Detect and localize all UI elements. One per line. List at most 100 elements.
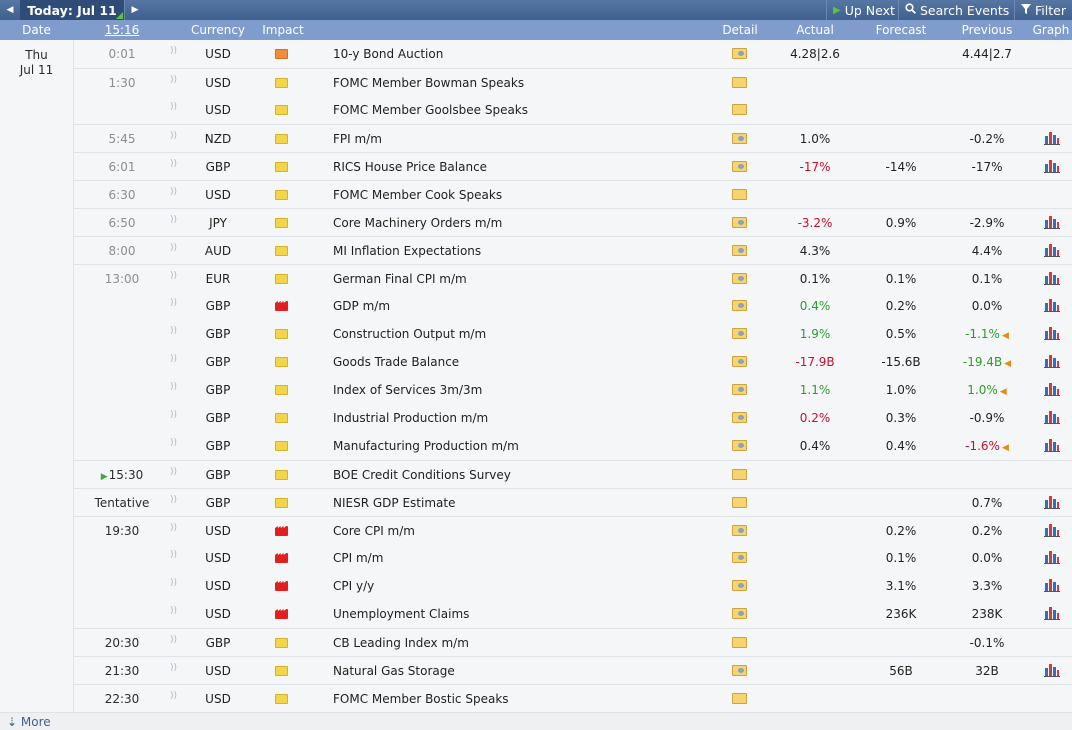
event-title[interactable]: Industrial Production m/m — [333, 411, 693, 425]
detail-folder-icon[interactable] — [732, 497, 747, 508]
sound-icon[interactable]: )) — [170, 75, 182, 85]
revised-icon[interactable]: ◀ — [1000, 387, 1007, 397]
graph-icon[interactable] — [1044, 663, 1060, 677]
detail-folder-icon[interactable] — [732, 552, 747, 563]
event-title[interactable]: Natural Gas Storage — [333, 664, 693, 678]
sound-icon[interactable]: )) — [170, 131, 182, 141]
event-title[interactable]: 10-y Bond Auction — [333, 47, 693, 61]
impact-yellow-icon[interactable] — [275, 162, 288, 172]
detail-folder-icon[interactable] — [732, 273, 747, 284]
graph-icon[interactable] — [1044, 606, 1060, 620]
graph-icon[interactable] — [1044, 410, 1060, 424]
event-row[interactable]: 6:50)) JPY Core Machinery Orders m/m -3.2% 0… — [74, 208, 1072, 236]
event-row[interactable]: )) GBP Manufacturing Production m/m 0.4% 0.4… — [74, 432, 1072, 460]
event-row[interactable]: 21:30)) USD Natural Gas Storage 56B 32B — [74, 656, 1072, 684]
impact-red-icon[interactable] — [275, 526, 288, 536]
sound-icon[interactable]: )) — [170, 523, 182, 533]
impact-yellow-icon[interactable] — [275, 78, 288, 88]
filter-button[interactable]: Filter — [1014, 0, 1072, 20]
sound-icon[interactable]: )) — [170, 187, 182, 197]
today-date-button[interactable]: Today: Jul 11 — [20, 0, 124, 20]
event-row[interactable]: 19:30)) USD Core CPI m/m 0.2% 0.2% — [74, 516, 1072, 544]
event-row[interactable]: 6:30)) USD FOMC Member Cook Speaks — [74, 180, 1072, 208]
event-row[interactable]: )) GBP Index of Services 3m/3m 1.1% 1.0% 1.0%… — [74, 376, 1072, 404]
event-row[interactable]: )) GBP GDP m/m 0.4% 0.2% 0.0% — [74, 292, 1072, 320]
detail-folder-icon[interactable] — [732, 525, 747, 536]
event-title[interactable]: Unemployment Claims — [333, 607, 693, 621]
event-row[interactable]: Tentative)) GBP NIESR GDP Estimate 0.7% — [74, 488, 1072, 516]
impact-yellow-icon[interactable] — [275, 470, 288, 480]
detail-folder-icon[interactable] — [732, 412, 747, 423]
event-title[interactable]: GDP m/m — [333, 299, 693, 313]
revised-icon[interactable]: ◀ — [1002, 443, 1009, 453]
impact-yellow-icon[interactable] — [275, 638, 288, 648]
graph-icon[interactable] — [1044, 438, 1060, 452]
event-title[interactable]: CPI m/m — [333, 551, 693, 565]
event-row[interactable]: )) GBP Construction Output m/m 1.9% 0.5% -1.1… — [74, 320, 1072, 348]
impact-yellow-icon[interactable] — [275, 246, 288, 256]
impact-yellow-icon[interactable] — [275, 413, 288, 423]
graph-icon[interactable] — [1044, 298, 1060, 312]
sound-icon[interactable]: )) — [170, 215, 182, 225]
sound-icon[interactable]: )) — [170, 550, 182, 560]
impact-yellow-icon[interactable] — [275, 134, 288, 144]
sound-icon[interactable]: )) — [170, 46, 182, 56]
event-row[interactable]: 13:00)) EUR German Final CPI m/m 0.1% 0.1% 0.… — [74, 264, 1072, 292]
sound-icon[interactable]: )) — [170, 691, 182, 701]
graph-icon[interactable] — [1044, 215, 1060, 229]
event-row[interactable]: 0:01)) USD 10-y Bond Auction 4.28|2.6 4.44|2… — [74, 40, 1072, 68]
impact-yellow-icon[interactable] — [275, 105, 288, 115]
detail-folder-icon[interactable] — [732, 133, 747, 144]
event-title[interactable]: Goods Trade Balance — [333, 355, 693, 369]
sound-icon[interactable]: )) — [170, 635, 182, 645]
impact-red-icon[interactable] — [275, 581, 288, 591]
next-day-button[interactable]: ▶ — [124, 0, 145, 20]
event-row[interactable]: )) GBP Industrial Production m/m 0.2% 0.3% -0… — [74, 404, 1072, 432]
detail-folder-icon[interactable] — [732, 384, 747, 395]
sound-icon[interactable]: )) — [170, 102, 182, 112]
sound-icon[interactable]: )) — [170, 410, 182, 420]
sound-icon[interactable]: )) — [170, 243, 182, 253]
graph-icon[interactable] — [1044, 243, 1060, 257]
graph-icon[interactable] — [1044, 354, 1060, 368]
event-title[interactable]: MI Inflation Expectations — [333, 244, 693, 258]
event-title[interactable]: RICS House Price Balance — [333, 160, 693, 174]
event-title[interactable]: BOE Credit Conditions Survey — [333, 468, 693, 482]
detail-folder-icon[interactable] — [732, 48, 747, 59]
revised-icon[interactable]: ◀ — [1004, 359, 1011, 369]
sound-icon[interactable]: )) — [170, 578, 182, 588]
graph-icon[interactable] — [1044, 550, 1060, 564]
sound-icon[interactable]: )) — [170, 271, 182, 281]
header-current-time[interactable]: 15:16 — [98, 23, 146, 37]
impact-yellow-icon[interactable] — [275, 666, 288, 676]
graph-icon[interactable] — [1044, 495, 1060, 509]
detail-folder-icon[interactable] — [732, 161, 747, 172]
sound-icon[interactable]: )) — [170, 663, 182, 673]
event-title[interactable]: FOMC Member Cook Speaks — [333, 188, 693, 202]
detail-folder-icon[interactable] — [732, 693, 747, 704]
sound-icon[interactable]: )) — [170, 326, 182, 336]
event-row[interactable]: )) USD CPI m/m 0.1% 0.0% — [74, 544, 1072, 572]
detail-folder-icon[interactable] — [732, 189, 747, 200]
event-row[interactable]: 6:01)) GBP RICS House Price Balance -17% -14… — [74, 152, 1072, 180]
event-row[interactable]: 1:30)) USD FOMC Member Bowman Speaks — [74, 68, 1072, 96]
detail-folder-icon[interactable] — [732, 328, 747, 339]
event-title[interactable]: FOMC Member Bostic Speaks — [333, 692, 693, 706]
event-title[interactable]: Core CPI m/m — [333, 524, 693, 538]
impact-yellow-icon[interactable] — [275, 498, 288, 508]
event-title[interactable]: CPI y/y — [333, 579, 693, 593]
search-events-button[interactable]: Search Events — [898, 0, 1015, 20]
event-title[interactable]: CB Leading Index m/m — [333, 636, 693, 650]
event-row[interactable]: )) GBP Goods Trade Balance -17.9B -15.6B -19.… — [74, 348, 1072, 376]
event-row[interactable]: )) USD FOMC Member Goolsbee Speaks — [74, 96, 1072, 124]
up-next-button[interactable]: ▶ Up Next — [826, 0, 901, 20]
impact-red-icon[interactable] — [275, 609, 288, 619]
impact-red-icon[interactable] — [275, 301, 288, 311]
detail-folder-icon[interactable] — [732, 77, 747, 88]
sound-icon[interactable]: )) — [170, 467, 182, 477]
previous-day-button[interactable]: ◀ — [0, 0, 21, 20]
sound-icon[interactable]: )) — [170, 438, 182, 448]
event-title[interactable]: NIESR GDP Estimate — [333, 496, 693, 510]
graph-icon[interactable] — [1044, 523, 1060, 537]
event-title[interactable]: FOMC Member Goolsbee Speaks — [333, 103, 693, 117]
